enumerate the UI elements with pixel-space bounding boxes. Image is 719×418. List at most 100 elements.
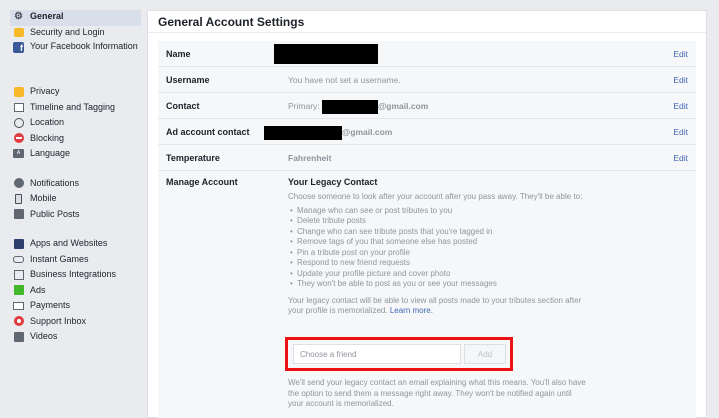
username-value: You have not set a username. <box>288 75 401 85</box>
sidebar-item-apps-and-websites[interactable]: Apps and Websites <box>10 237 141 253</box>
learn-more-link[interactable]: Learn more. <box>390 306 433 315</box>
globe-icon <box>13 178 24 189</box>
contact-prefix: Primary: <box>288 101 320 111</box>
sidebar-item-mobile[interactable]: Mobile <box>10 192 141 208</box>
contact-email-domain: @gmail.com <box>378 101 429 111</box>
sidebar-item-label: General <box>30 11 64 21</box>
ad-contact-value: @gmail.com <box>264 119 392 145</box>
sidebar-item-label: Timeline and Tagging <box>30 101 116 112</box>
sidebar-item-general[interactable]: ⚙ General <box>10 10 141 26</box>
sidebar-item-language[interactable]: A Language <box>10 147 141 163</box>
setting-row-contact[interactable]: Contact Primary: @gmail.com Edit <box>158 93 696 119</box>
card-icon <box>13 300 24 311</box>
legacy-permissions-list: Manage who can see or post tributes to y… <box>288 206 588 290</box>
memorial-description: Your legacy contact will be able to view… <box>288 295 582 316</box>
redacted-name <box>274 44 378 64</box>
film-icon <box>13 331 24 342</box>
temperature-value: Fahrenheit <box>288 153 332 163</box>
redacted-email <box>264 125 342 140</box>
setting-label: Contact <box>166 101 200 111</box>
memorial-text: Your legacy contact will be able to view… <box>288 296 588 317</box>
timeline-icon <box>13 102 24 113</box>
sidebar-item-support-inbox[interactable]: Support Inbox <box>10 315 141 331</box>
edit-username-link[interactable]: Edit <box>673 67 688 93</box>
list-item: Change who can see tribute posts that yo… <box>288 227 588 238</box>
sidebar-item-label: Apps and Websites <box>30 238 108 248</box>
sidebar-item-blocking[interactable]: Blocking <box>10 132 141 148</box>
legacy-contact-picker: Add <box>285 337 513 371</box>
manage-account-section: Manage Account Your Legacy Contact Choos… <box>158 171 696 418</box>
sidebar-item-instant-games[interactable]: Instant Games <box>10 253 141 269</box>
blocking-icon <box>13 133 24 144</box>
apps-icon <box>13 238 24 249</box>
list-item: Remove tags of you that someone else has… <box>288 237 588 248</box>
sidebar-item-label: Your Facebook Information <box>30 41 138 51</box>
sidebar-item-label: Public Posts <box>30 208 80 219</box>
mobile-icon <box>13 193 24 204</box>
sidebar-divider <box>10 223 141 237</box>
edit-temperature-link[interactable]: Edit <box>673 145 688 171</box>
setting-row-username[interactable]: Username You have not set a username. Ed… <box>158 67 696 93</box>
list-item: Delete tribute posts <box>288 216 588 227</box>
language-icon: A <box>13 148 24 159</box>
business-icon <box>13 269 24 280</box>
sidebar-item-ads[interactable]: Ads <box>10 284 141 300</box>
legacy-contact-info: Your Legacy Contact Choose someone to lo… <box>288 177 588 320</box>
location-icon <box>13 117 24 128</box>
gamepad-icon <box>13 254 24 265</box>
list-item: They won't be able to post as you or see… <box>288 279 588 290</box>
list-item: Update your profile picture and cover ph… <box>288 269 588 280</box>
sidebar-item-videos[interactable]: Videos <box>10 330 141 346</box>
settings-sidebar: ⚙ General Security and Login f Your Facebook… <box>10 10 141 418</box>
list-item: Manage who can see or post tributes to y… <box>288 206 588 217</box>
badge-icon <box>13 27 24 38</box>
redacted-email <box>322 99 379 114</box>
sidebar-item-timeline-and-tagging[interactable]: Timeline and Tagging <box>10 101 141 117</box>
sidebar-item-your-facebook-information[interactable]: f Your Facebook Information <box>10 41 141 71</box>
edit-contact-link[interactable]: Edit <box>673 93 688 119</box>
setting-row-ad-contact[interactable]: Ad account contact @gmail.com Edit <box>158 119 696 145</box>
edit-ad-contact-link[interactable]: Edit <box>673 119 688 145</box>
sidebar-item-label: Security and Login <box>30 26 105 37</box>
sidebar-item-privacy[interactable]: Privacy <box>10 85 141 101</box>
sidebar-item-label: Ads <box>30 284 46 295</box>
legacy-contact-heading: Your Legacy Contact <box>288 177 378 187</box>
sidebar-divider <box>10 71 141 85</box>
edit-name-link[interactable]: Edit <box>673 41 688 67</box>
add-legacy-contact-button[interactable]: Add <box>464 344 506 364</box>
setting-label: Manage Account <box>166 177 238 187</box>
setting-row-name[interactable]: Name Edit <box>158 41 696 67</box>
setting-row-temperature[interactable]: Temperature Fahrenheit Edit <box>158 145 696 171</box>
setting-label: Ad account contact <box>166 127 250 137</box>
legacy-intro: Choose someone to look after your accoun… <box>288 192 583 201</box>
gear-icon: ⚙ <box>14 10 23 22</box>
sidebar-item-location[interactable]: Location <box>10 116 141 132</box>
ad-contact-email-domain: @gmail.com <box>342 127 393 137</box>
sidebar-item-business-integrations[interactable]: Business Integrations <box>10 268 141 284</box>
sidebar-item-label: Privacy <box>30 86 60 96</box>
page-title: General Account Settings <box>148 11 706 33</box>
main-panel: General Account Settings Name Edit Usern… <box>147 10 707 418</box>
sidebar-item-label: Business Integrations <box>30 269 117 279</box>
settings-table: Name Edit Username You have not set a us… <box>158 41 696 418</box>
sidebar-item-label: Notifications <box>30 177 80 188</box>
legacy-email-note: We'll send your legacy contact an email … <box>288 378 586 408</box>
sidebar-divider <box>10 163 141 177</box>
sidebar-item-label: Blocking <box>30 132 65 143</box>
rss-icon <box>13 209 24 220</box>
lock-icon <box>13 86 24 97</box>
setting-label: Username <box>166 75 210 85</box>
sidebar-item-label: Videos <box>30 331 58 341</box>
sidebar-item-payments[interactable]: Payments <box>10 299 141 315</box>
sidebar-item-security-and-login[interactable]: Security and Login <box>10 26 141 42</box>
sidebar-item-notifications[interactable]: Notifications <box>10 177 141 193</box>
facebook-icon: f <box>13 42 24 53</box>
sidebar-item-label: Payments <box>30 300 71 310</box>
sidebar-item-public-posts[interactable]: Public Posts <box>10 208 141 224</box>
contact-value: Primary: @gmail.com <box>288 93 428 119</box>
choose-friend-input[interactable] <box>293 344 461 364</box>
setting-label: Temperature <box>166 153 220 163</box>
sidebar-item-label: Support Inbox <box>30 315 87 326</box>
sidebar-item-label: Language <box>30 148 71 158</box>
lifebuoy-icon <box>13 316 24 327</box>
